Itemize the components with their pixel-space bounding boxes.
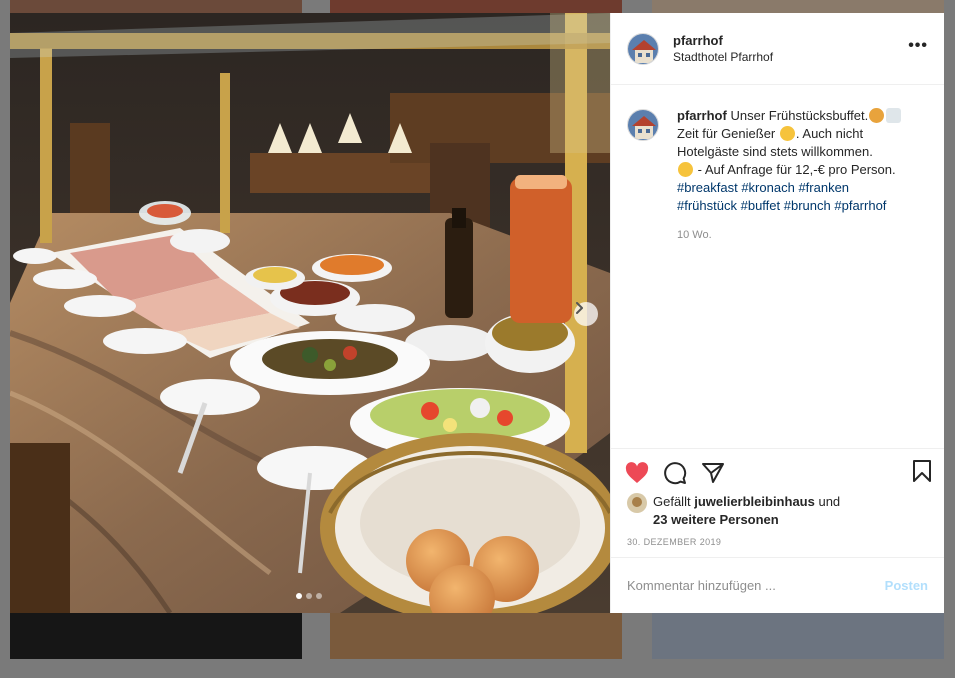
background-post-thumbnail[interactable] [10, 613, 302, 659]
background-post-thumbnail[interactable] [652, 613, 944, 659]
carousel-dot-active [296, 593, 302, 599]
background-post-thumbnail[interactable] [330, 613, 622, 659]
more-options-icon[interactable]: ••• [908, 37, 928, 55]
hashtag-link[interactable]: #franken [798, 180, 849, 195]
hotel-avatar-image [628, 110, 658, 140]
paper-plane-icon [702, 463, 724, 483]
hashtag-link[interactable]: #buffet [741, 198, 781, 213]
carousel-dot [306, 593, 312, 599]
carousel-indicator [296, 593, 322, 599]
bookmark-icon [913, 460, 931, 482]
post-photo[interactable] [10, 13, 610, 613]
avatar[interactable] [627, 32, 659, 65]
like-button[interactable] [625, 453, 665, 493]
caption-text: . Auch nicht [795, 126, 864, 141]
caption-text: Zeit für Genießer [677, 126, 776, 141]
post-date[interactable]: 30. DEZEMBER 2019 [627, 537, 928, 557]
caption-text: - Auf Anfrage für 12,-€ pro Person. [694, 162, 896, 177]
hashtag-link[interactable]: #kronach [741, 180, 794, 195]
plate-cutlery-emoji-icon [886, 108, 902, 123]
carousel-next-button[interactable] [574, 302, 598, 326]
carousel-dot [316, 593, 322, 599]
post-caption: pfarrhof Unser Frühstücksbuffet. Zeit fü… [677, 107, 927, 215]
post-location[interactable]: Stadthotel Pfarrhof [673, 50, 773, 64]
likes-summary: Gefällt juwelierbleibinhaus und 23 weite… [627, 493, 928, 529]
post-actions: Gefällt juwelierbleibinhaus und 23 weite… [611, 448, 944, 557]
comment-button[interactable] [663, 453, 703, 493]
caption-author-avatar[interactable] [627, 109, 659, 141]
other-likers-link[interactable]: 23 weitere Personen [653, 512, 779, 527]
background-post-thumbnail[interactable] [652, 0, 944, 13]
save-button[interactable] [912, 459, 932, 486]
post-modal: pfarrhof Stadthotel Pfarrhof ••• pfarrho… [10, 13, 944, 613]
comment-icon [664, 462, 687, 485]
post-header: pfarrhof Stadthotel Pfarrhof ••• [611, 13, 944, 85]
hotel-avatar-image [628, 33, 658, 64]
heart-icon [625, 462, 649, 483]
hashtag-link[interactable]: #breakfast [677, 180, 738, 195]
yum-face-emoji-icon [779, 126, 795, 141]
smile-face-emoji-icon [678, 162, 693, 177]
background-post-thumbnail[interactable] [330, 0, 622, 13]
share-button[interactable] [701, 453, 741, 493]
post-comment-button[interactable]: Posten [885, 578, 928, 593]
hashtag-link[interactable]: #frühstück [677, 198, 737, 213]
croissant-emoji-icon [869, 108, 885, 123]
hashtag-link[interactable]: #pfarrhof [834, 198, 886, 213]
caption-text: Hotelgäste sind stets willkommen. [677, 144, 873, 159]
add-comment-bar: Posten [611, 557, 944, 613]
hashtag-link[interactable]: #brunch [784, 198, 831, 213]
comments-section: pfarrhof Unser Frühstücksbuffet. Zeit fü… [611, 85, 944, 448]
caption-text: Unser Frühstücksbuffet. [730, 108, 869, 123]
comment-input[interactable] [627, 578, 885, 593]
background-post-thumbnail[interactable] [10, 0, 302, 13]
post-sidebar: pfarrhof Stadthotel Pfarrhof ••• pfarrho… [610, 13, 944, 613]
post-author-username[interactable]: pfarrhof [673, 33, 773, 48]
breakfast-buffet-image [10, 13, 610, 613]
caption-username[interactable]: pfarrhof [677, 108, 727, 123]
caption-timestamp[interactable]: 10 Wo. [677, 229, 927, 241]
chevron-right-icon [576, 302, 583, 314]
